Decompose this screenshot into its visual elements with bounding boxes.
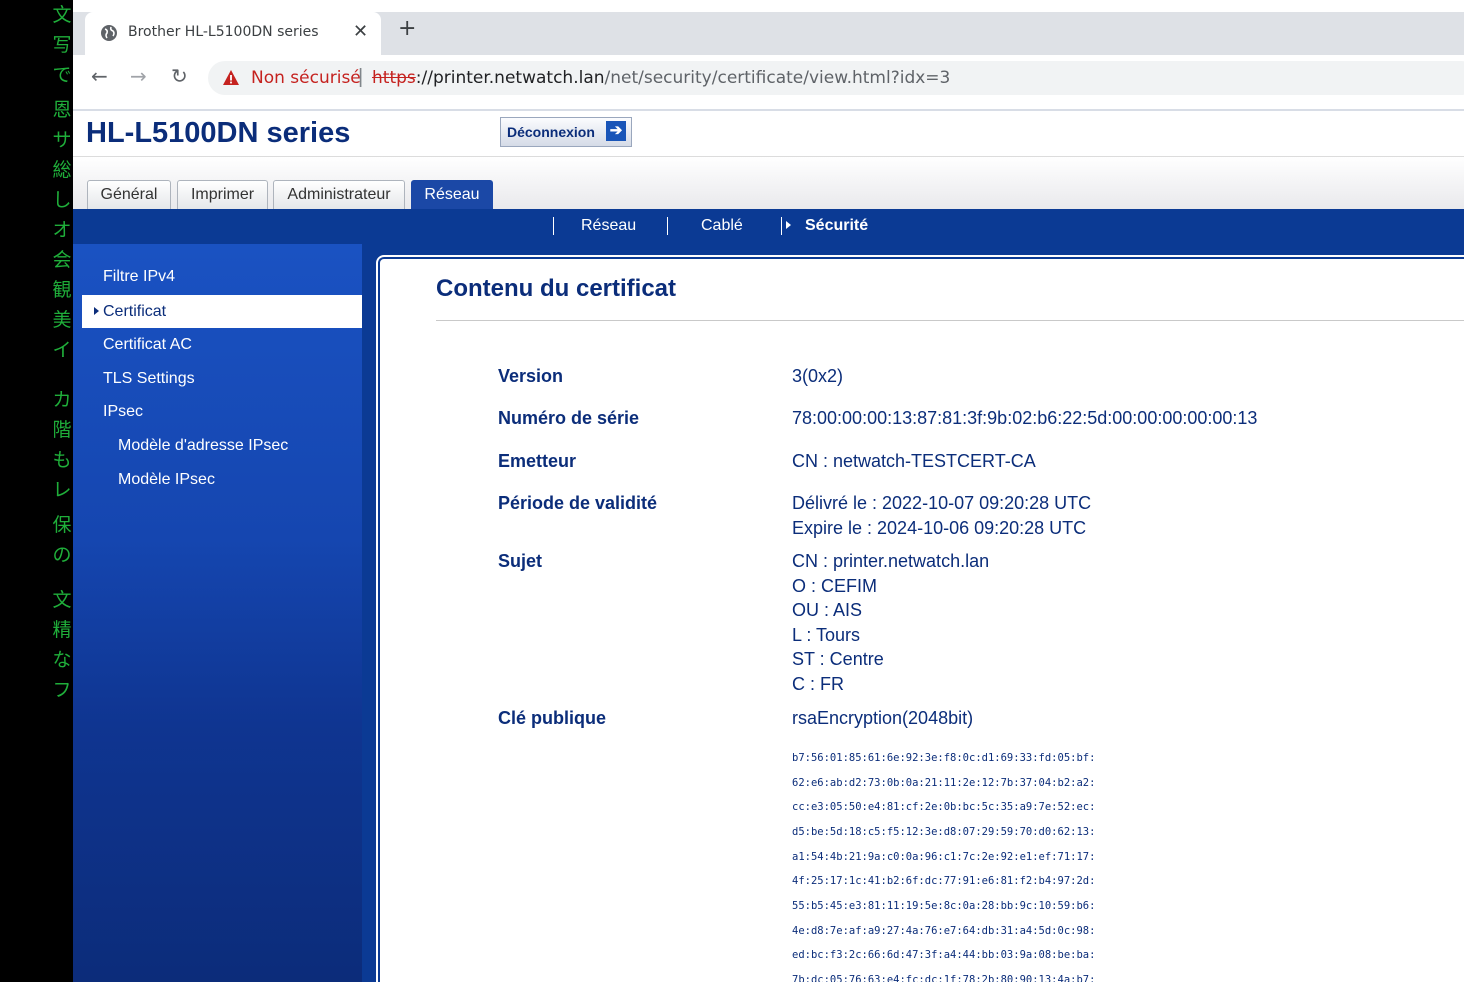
address-bar[interactable]: Non sécurisé | https://printer.netwatch.… [208, 61, 1464, 95]
field-value-version: 3(0x2) [792, 366, 844, 386]
terminal-text: 恩 サ 総 し オ 会 観 美 イ [52, 99, 72, 361]
field-value-issuer: CN : netwatch-TESTCERT-CA [792, 451, 1036, 471]
content-frame: Contenu du certificat Version 3(0x2) Num… [362, 244, 1464, 982]
warning-icon [223, 70, 239, 85]
sidebar-item-label: Certificat AC [103, 336, 192, 353]
subnav-securite[interactable]: Sécurité [805, 217, 868, 235]
field-label-serial: Numéro de série [498, 408, 640, 428]
public-key-hex-line: 62:e6:ab:d2:73:0b:0a:21:11:2e:12:7b:37:0… [792, 777, 1096, 789]
page-title: HL-L5100DN series [86, 117, 351, 149]
sidebar-item-label: Modèle IPsec [118, 471, 215, 488]
field-value-public-key: rsaEncryption(2048bit) [792, 708, 974, 728]
browser-toolbar: ← → ↻ Non sécurisé | https://printer.net… [73, 55, 1464, 101]
field-value-subject: CN : printer.netwatch.lan O : CEFIM OU :… [792, 551, 990, 694]
tab-title: Brother HL-L5100DN series [128, 24, 319, 40]
field-label-issuer: Emetteur [498, 451, 577, 471]
field-label-subject: Sujet [498, 551, 543, 571]
url-host: ://printer.netwatch.lan [415, 68, 605, 88]
reload-icon[interactable]: ↻ [171, 64, 188, 88]
back-icon[interactable]: ← [91, 64, 108, 88]
sidebar-item-label: Filtre IPv4 [103, 268, 176, 285]
public-key-hex-line: 7b:dc:05:76:63:e4:fc:dc:1f:78:2b:80:90:1… [792, 974, 1096, 982]
sidebar-item-ipsec-template[interactable]: Modèle IPsec [82, 463, 362, 496]
field-label-version: Version [498, 366, 564, 386]
public-key-hex-line: cc:e3:05:50:e4:81:cf:2e:0b:bc:5c:35:a9:7… [792, 801, 1096, 813]
globe-icon [101, 25, 117, 41]
subnav-reseau[interactable]: Réseau [581, 217, 636, 235]
sidebar-item-ipsec[interactable]: IPsec [82, 395, 362, 428]
close-tab-icon[interactable]: ✕ [353, 21, 368, 42]
forward-icon[interactable]: → [130, 64, 147, 88]
logout-button[interactable]: Déconnexion ➔ [500, 117, 632, 147]
main-tabs: Général Imprimer Administrateur Réseau [73, 157, 1464, 210]
page-header: HL-L5100DN series Déconnexion ➔ [73, 111, 1464, 157]
url-text[interactable]: https://printer.netwatch.lan/net/securit… [372, 68, 950, 88]
public-key-hex-line: 4e:d8:7e:af:a9:27:4a:76:e7:64:db:31:a4:5… [792, 925, 1096, 937]
public-key-hex-line: 55:b5:45:e3:81:11:19:5e:8c:0a:28:bb:9c:1… [792, 900, 1096, 912]
browser-window: Brother HL-L5100DN series ✕ + ← → ↻ Non … [73, 0, 1464, 982]
new-tab-button[interactable]: + [398, 18, 416, 40]
terminal-text: 保 の [52, 514, 72, 566]
url-scheme: https [372, 68, 416, 88]
url-path: /net/security/certificate/view.html?idx=… [604, 68, 951, 88]
sidebar-item-label: Modèle d'adresse IPsec [118, 437, 289, 454]
terminal-text: 文 写 で [52, 4, 72, 86]
field-value-serial: 78:00:00:00:13:87:81:3f:9b:02:b6:22:5d:0… [792, 408, 1258, 428]
security-status[interactable]: Non sécurisé [251, 68, 361, 88]
certificate-content: Contenu du certificat Version 3(0x2) Num… [376, 255, 1464, 982]
sidebar-item-certificat-ac[interactable]: Certificat AC [82, 328, 362, 361]
field-label-validity: Période de validité [498, 493, 658, 513]
divider [436, 320, 1464, 321]
browser-tab[interactable]: Brother HL-L5100DN series ✕ [85, 12, 381, 55]
tab-administrateur[interactable]: Administrateur [273, 180, 405, 209]
public-key-hex-line: a1:54:4b:21:9a:c0:0a:96:c1:7c:2e:92:e1:e… [792, 851, 1096, 863]
terminal-text: カ 階 も レ [52, 389, 72, 501]
terminal-background: 文 写 で 恩 サ 総 し オ 会 観 美 イ カ 階 も レ 保 の 文 精 … [0, 0, 73, 982]
tab-imprimer[interactable]: Imprimer [177, 180, 268, 209]
sub-navigation: Réseau Cablé Sécurité [73, 209, 1464, 244]
public-key-hex-line: d5:be:5d:18:c5:f5:12:3e:d8:07:29:59:70:d… [792, 826, 1096, 838]
sidebar-item-tls-settings[interactable]: TLS Settings [82, 362, 362, 395]
printer-web-page: HL-L5100DN series Déconnexion ➔ Général … [73, 101, 1464, 982]
active-indicator-icon [786, 221, 791, 229]
sidebar: Filtre IPv4 Certificat Certificat AC TLS… [73, 244, 362, 982]
public-key-hex-line: 4f:25:17:1c:41:b2:6f:dc:77:91:e6:81:f2:b… [792, 875, 1096, 887]
public-key-hex-line: ed:bc:f3:2c:66:6d:47:3f:a4:44:bb:03:9a:0… [792, 949, 1096, 961]
field-label-public-key: Clé publique [498, 708, 606, 728]
sidebar-item-certificat[interactable]: Certificat [82, 295, 362, 328]
sidebar-item-filtre-ipv4[interactable]: Filtre IPv4 [82, 260, 362, 293]
logout-label: Déconnexion [507, 124, 595, 140]
public-key-hex-line: b7:56:01:85:61:6e:92:3e:f8:0c:d1:69:33:f… [792, 752, 1096, 764]
tab-strip: Brother HL-L5100DN series ✕ + [73, 0, 1464, 55]
sidebar-item-label: TLS Settings [103, 370, 195, 387]
sidebar-item-ipsec-address-template[interactable]: Modèle d'adresse IPsec [82, 429, 362, 462]
arrow-right-icon: ➔ [606, 121, 626, 141]
terminal-text: 文 精 な フ [52, 589, 72, 701]
field-value-validity: Délivré le : 2022-10-07 09:20:28 UTC Exp… [792, 493, 1092, 538]
sidebar-item-label: IPsec [103, 403, 144, 420]
sidebar-item-label: Certificat [103, 303, 167, 320]
subnav-cable[interactable]: Cablé [701, 217, 743, 235]
section-title: Contenu du certificat [436, 275, 677, 302]
tab-reseau[interactable]: Réseau [411, 180, 493, 210]
active-indicator-icon [94, 307, 99, 315]
tab-general[interactable]: Général [87, 180, 171, 209]
